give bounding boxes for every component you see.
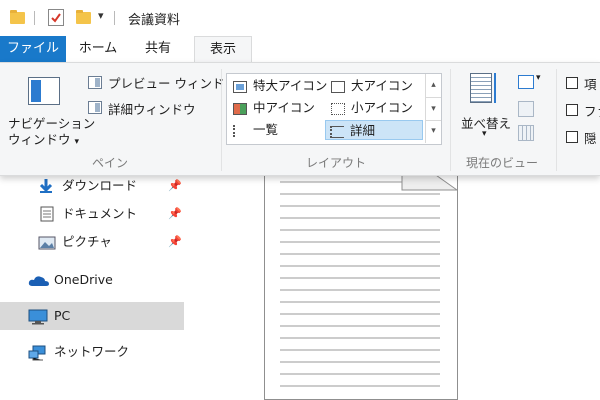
separator — [114, 11, 115, 25]
nav-item-network[interactable]: ネットワーク — [0, 338, 184, 366]
download-arrow-icon — [39, 179, 53, 193]
tab-file[interactable]: ファイル — [0, 36, 66, 62]
details-icon — [330, 125, 344, 138]
group-separator — [450, 69, 451, 171]
layout-small-icons[interactable]: 小アイコン — [327, 98, 423, 118]
nav-item-pc[interactable]: PC — [0, 302, 184, 330]
document-icon — [40, 206, 54, 222]
add-columns-icon[interactable] — [518, 101, 534, 117]
gallery-scroll-up[interactable]: ▴ — [425, 74, 441, 97]
gallery-scroll-down[interactable]: ▾ — [425, 97, 441, 121]
current-view-group-label: 現在のビュー — [465, 156, 538, 170]
navigation-pane: ダウンロード 📌 ドキュメント 📌 ピクチャ 📌 OneDrive PC ネット… — [0, 176, 184, 400]
tab-view[interactable]: 表示 — [194, 36, 252, 62]
pin-icon[interactable]: 📌 — [168, 228, 182, 256]
sort-by-button[interactable]: 並べ替え ▾ — [458, 69, 511, 149]
size-columns-icon[interactable] — [518, 125, 534, 141]
pc-monitor-icon — [28, 309, 48, 325]
gallery-more-button[interactable]: ▾ — [425, 120, 441, 143]
layout-gallery: 特大アイコン 大アイコン 中アイコン 小アイコン 一覧 詳細 ▴ ▾ ▾ — [226, 73, 442, 145]
pane-group-label: ペイン — [91, 156, 128, 170]
item-checkbox-label: 項 — [584, 77, 597, 92]
network-icon — [28, 345, 46, 361]
sort-arrow-icon — [494, 73, 496, 103]
tab-share[interactable]: 共有 — [134, 36, 182, 62]
window-title: 会議資料 — [128, 13, 181, 28]
layout-large-icons[interactable]: 大アイコン — [327, 76, 423, 96]
quick-access-dropdown-icon[interactable]: ▾ — [98, 9, 104, 22]
properties-checkmark-icon[interactable] — [48, 9, 64, 26]
ribbon-view-panel: ナビゲーション ウィンドウ ▾ プレビュー ウィンドウ 詳細ウィンドウ ペイン … — [0, 62, 600, 176]
sort-dropdown-icon: ▾ — [482, 129, 487, 139]
preview-pane-icon — [88, 76, 102, 89]
pin-icon[interactable]: 📌 — [168, 172, 182, 200]
document-lines-icon — [280, 150, 458, 387]
layout-list[interactable]: 一覧 — [229, 120, 325, 140]
group-by-dropdown-icon[interactable]: ▾ — [536, 73, 541, 83]
tab-home[interactable]: ホーム — [74, 36, 122, 62]
layout-extra-large-icons[interactable]: 特大アイコン — [229, 76, 327, 96]
nav-item-documents[interactable]: ドキュメント 📌 — [0, 200, 184, 228]
large-document-icon[interactable] — [264, 150, 458, 400]
details-pane-icon — [88, 101, 102, 114]
layout-medium-icons[interactable]: 中アイコン — [229, 98, 325, 118]
file-extension-checkbox[interactable] — [566, 104, 578, 116]
folder-icon — [10, 10, 25, 24]
hidden-items-checkbox-label: 隠 — [584, 131, 597, 146]
navigation-pane-label-2: ウィンドウ ▾ — [8, 132, 80, 147]
sort-by-icon — [470, 73, 492, 103]
file-extension-checkbox-label: ファ — [584, 104, 600, 119]
navigation-pane-icon — [28, 77, 60, 105]
extra-large-icons-icon — [233, 80, 247, 93]
large-icons-icon — [331, 80, 345, 93]
picture-icon — [38, 236, 56, 250]
navigation-pane-button[interactable]: ナビゲーション ウィンドウ ▾ — [8, 67, 95, 151]
separator — [34, 11, 35, 25]
details-pane-button[interactable]: 詳細ウィンドウ — [108, 99, 196, 118]
item-checkbox[interactable] — [566, 77, 578, 89]
nav-item-pictures[interactable]: ピクチャ 📌 — [0, 228, 184, 256]
hidden-items-checkbox[interactable] — [566, 131, 578, 143]
ribbon-tab-bar: ファイル ホーム 共有 表示 — [0, 36, 600, 62]
group-by-icon[interactable] — [518, 75, 534, 89]
preview-pane-button[interactable]: プレビュー ウィンドウ — [108, 73, 237, 92]
new-folder-icon[interactable] — [76, 10, 91, 24]
title-bar: ▾ 会議資料 — [0, 0, 600, 36]
layout-details[interactable]: 詳細 — [325, 120, 423, 140]
layout-group-label: レイアウト — [305, 156, 366, 170]
group-separator — [556, 69, 557, 171]
list-icon — [233, 124, 247, 137]
nav-item-downloads[interactable]: ダウンロード 📌 — [0, 172, 184, 200]
small-icons-icon — [331, 102, 345, 115]
onedrive-cloud-icon — [28, 276, 49, 286]
medium-icons-icon — [233, 102, 247, 115]
nav-item-onedrive[interactable]: OneDrive — [0, 266, 184, 294]
pin-icon[interactable]: 📌 — [168, 200, 182, 228]
